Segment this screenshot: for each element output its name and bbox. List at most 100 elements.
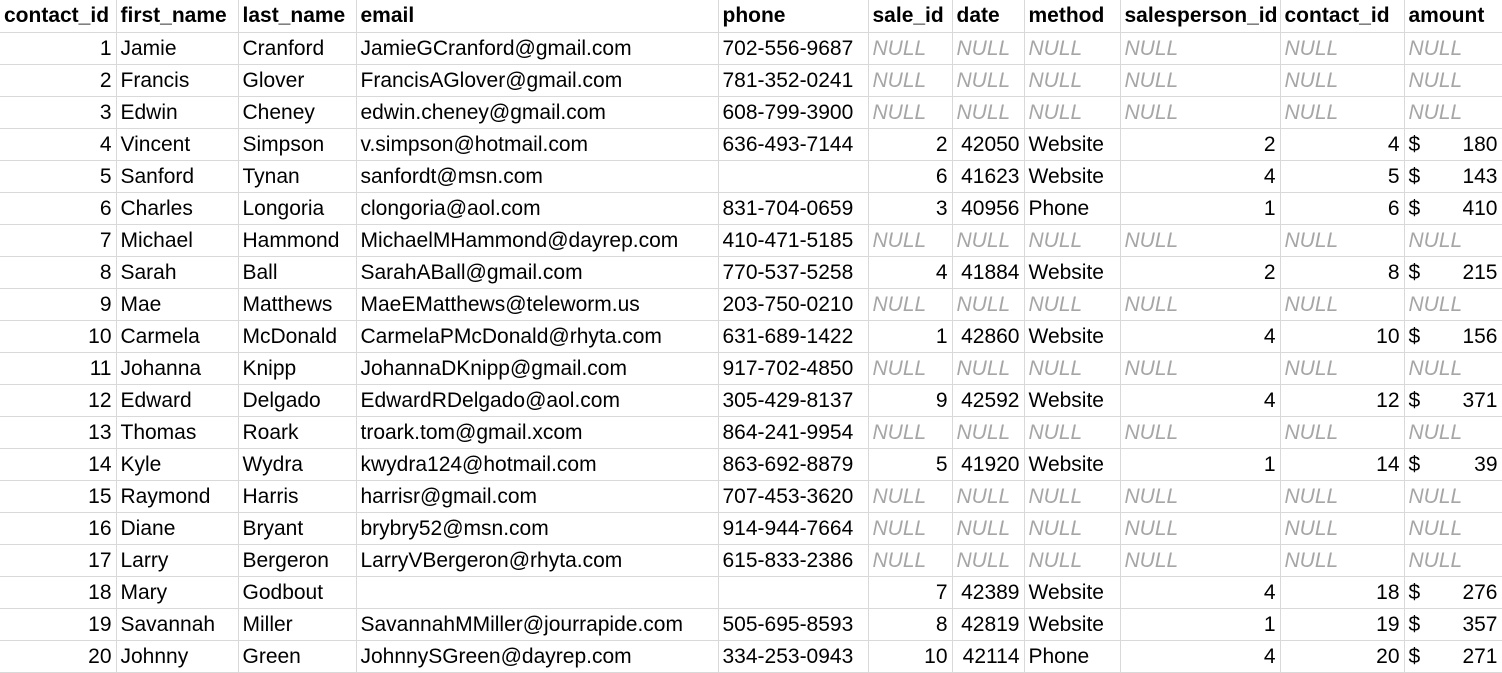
cell-sale-id[interactable]: NULL — [868, 416, 953, 449]
cell-date[interactable]: 42860 — [952, 320, 1025, 353]
cell-first-name[interactable]: Johnny — [116, 640, 239, 673]
cell-salesperson-id[interactable]: 4 — [1120, 640, 1281, 673]
cell-email[interactable]: JamieGCranford@gmail.com — [356, 32, 719, 65]
cell-date[interactable]: 42389 — [952, 576, 1025, 609]
cell-sales-contact-id[interactable]: NULL — [1280, 544, 1405, 577]
cell-amount[interactable]: NULL — [1404, 288, 1502, 321]
cell-phone[interactable]: 831-704-0659 — [718, 192, 869, 225]
cell-method[interactable]: NULL — [1024, 224, 1121, 257]
cell-first-name[interactable]: Edwin — [116, 96, 239, 129]
cell-phone[interactable]: 608-799-3900 — [718, 96, 869, 129]
cell-phone[interactable]: 914-944-7664 — [718, 512, 869, 545]
cell-email[interactable]: troark.tom@gmail.xcom — [356, 416, 719, 449]
cell-first-name[interactable]: Diane — [116, 512, 239, 545]
cell-phone[interactable]: 631-689-1422 — [718, 320, 869, 353]
cell-email[interactable]: brybry52@msn.com — [356, 512, 719, 545]
cell-email[interactable]: sanfordt@msn.com — [356, 160, 719, 193]
cell-contact-id[interactable]: 4 — [0, 128, 117, 161]
cell-phone[interactable]: 770-537-5258 — [718, 256, 869, 289]
cell-email[interactable]: SarahABall@gmail.com — [356, 256, 719, 289]
cell-contact-id[interactable]: 19 — [0, 608, 117, 641]
cell-last-name[interactable]: Green — [238, 640, 357, 673]
cell-amount[interactable]: $180 — [1404, 128, 1502, 161]
cell-contact-id[interactable]: 15 — [0, 480, 117, 513]
cell-last-name[interactable]: Miller — [238, 608, 357, 641]
column-header-phone[interactable]: phone — [718, 0, 869, 33]
column-header-email[interactable]: email — [356, 0, 719, 33]
cell-sales-contact-id[interactable]: 18 — [1280, 576, 1405, 609]
cell-amount[interactable]: $156 — [1404, 320, 1502, 353]
cell-first-name[interactable]: Francis — [116, 64, 239, 97]
cell-salesperson-id[interactable]: 4 — [1120, 160, 1281, 193]
cell-date[interactable]: NULL — [952, 288, 1025, 321]
cell-first-name[interactable]: Mary — [116, 576, 239, 609]
cell-date[interactable]: 42819 — [952, 608, 1025, 641]
cell-date[interactable]: NULL — [952, 544, 1025, 577]
cell-phone[interactable]: 203-750-0210 — [718, 288, 869, 321]
cell-date[interactable]: 41884 — [952, 256, 1025, 289]
cell-sales-contact-id[interactable]: 14 — [1280, 448, 1405, 481]
cell-method[interactable]: Website — [1024, 608, 1121, 641]
cell-phone[interactable]: 615-833-2386 — [718, 544, 869, 577]
cell-last-name[interactable]: Tynan — [238, 160, 357, 193]
cell-first-name[interactable]: Vincent — [116, 128, 239, 161]
column-header-date[interactable]: date — [952, 0, 1025, 33]
cell-contact-id[interactable]: 16 — [0, 512, 117, 545]
cell-contact-id[interactable]: 10 — [0, 320, 117, 353]
cell-date[interactable]: NULL — [952, 96, 1025, 129]
cell-salesperson-id[interactable]: NULL — [1120, 32, 1281, 65]
cell-salesperson-id[interactable]: NULL — [1120, 96, 1281, 129]
cell-first-name[interactable]: Jamie — [116, 32, 239, 65]
cell-first-name[interactable]: Mae — [116, 288, 239, 321]
cell-contact-id[interactable]: 11 — [0, 352, 117, 385]
cell-sales-contact-id[interactable]: NULL — [1280, 512, 1405, 545]
cell-amount[interactable]: $410 — [1404, 192, 1502, 225]
cell-sale-id[interactable]: NULL — [868, 224, 953, 257]
cell-first-name[interactable]: Charles — [116, 192, 239, 225]
cell-contact-id[interactable]: 20 — [0, 640, 117, 673]
cell-amount[interactable]: NULL — [1404, 64, 1502, 97]
cell-last-name[interactable]: Ball — [238, 256, 357, 289]
cell-contact-id[interactable]: 12 — [0, 384, 117, 417]
cell-sale-id[interactable]: 3 — [868, 192, 953, 225]
cell-sales-contact-id[interactable]: 5 — [1280, 160, 1405, 193]
cell-sale-id[interactable]: 2 — [868, 128, 953, 161]
cell-last-name[interactable]: Harris — [238, 480, 357, 513]
cell-contact-id[interactable]: 17 — [0, 544, 117, 577]
cell-email[interactable]: SavannahMMiller@jourrapide.com — [356, 608, 719, 641]
cell-salesperson-id[interactable]: 1 — [1120, 608, 1281, 641]
cell-sales-contact-id[interactable]: NULL — [1280, 224, 1405, 257]
cell-email[interactable] — [356, 576, 719, 609]
cell-sales-contact-id[interactable]: 6 — [1280, 192, 1405, 225]
cell-sale-id[interactable]: 8 — [868, 608, 953, 641]
cell-last-name[interactable]: Knipp — [238, 352, 357, 385]
cell-email[interactable]: JohannaDKnipp@gmail.com — [356, 352, 719, 385]
cell-amount[interactable]: NULL — [1404, 416, 1502, 449]
cell-sales-contact-id[interactable]: NULL — [1280, 288, 1405, 321]
cell-amount[interactable]: NULL — [1404, 224, 1502, 257]
cell-contact-id[interactable]: 7 — [0, 224, 117, 257]
cell-contact-id[interactable]: 6 — [0, 192, 117, 225]
cell-amount[interactable]: $357 — [1404, 608, 1502, 641]
cell-contact-id[interactable]: 3 — [0, 96, 117, 129]
cell-date[interactable]: NULL — [952, 32, 1025, 65]
column-header-sales-contact-id[interactable]: contact_id — [1280, 0, 1405, 33]
cell-date[interactable]: NULL — [952, 416, 1025, 449]
cell-sale-id[interactable]: NULL — [868, 544, 953, 577]
cell-phone[interactable] — [718, 576, 869, 609]
column-header-last-name[interactable]: last_name — [238, 0, 357, 33]
cell-salesperson-id[interactable]: NULL — [1120, 64, 1281, 97]
cell-email[interactable]: edwin.cheney@gmail.com — [356, 96, 719, 129]
cell-method[interactable]: NULL — [1024, 416, 1121, 449]
cell-last-name[interactable]: Simpson — [238, 128, 357, 161]
cell-first-name[interactable]: Sanford — [116, 160, 239, 193]
cell-phone[interactable]: 863-692-8879 — [718, 448, 869, 481]
cell-date[interactable]: NULL — [952, 224, 1025, 257]
cell-first-name[interactable]: Edward — [116, 384, 239, 417]
cell-method[interactable]: NULL — [1024, 64, 1121, 97]
cell-contact-id[interactable]: 13 — [0, 416, 117, 449]
cell-date[interactable]: NULL — [952, 352, 1025, 385]
cell-first-name[interactable]: Larry — [116, 544, 239, 577]
cell-email[interactable]: CarmelaPMcDonald@rhyta.com — [356, 320, 719, 353]
cell-amount[interactable]: NULL — [1404, 352, 1502, 385]
